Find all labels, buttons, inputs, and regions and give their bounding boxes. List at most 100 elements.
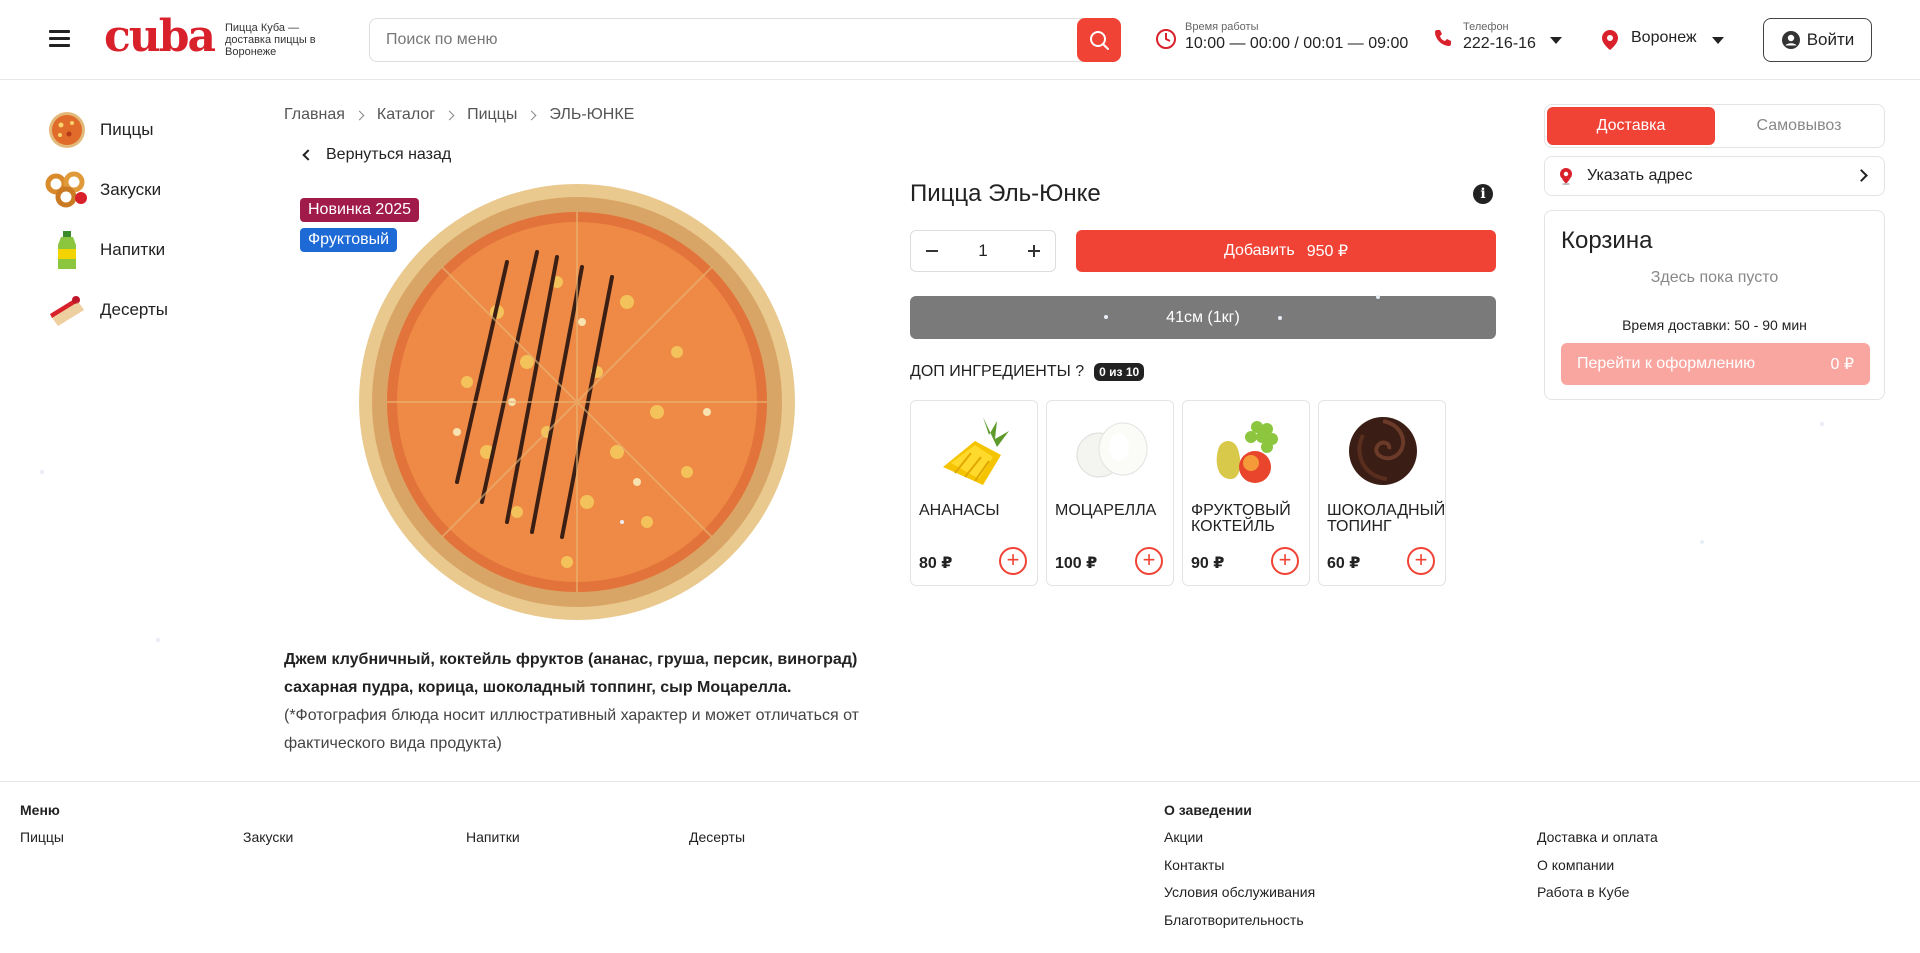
footer-link-about[interactable]: О компании: [1537, 857, 1614, 873]
drinks-icon: [44, 227, 90, 273]
back-link[interactable]: Вернуться назад: [302, 146, 451, 164]
disclaimer-text: (*Фотография блюда носит иллюстративный …: [284, 707, 859, 752]
city-selector[interactable]: Воронеж: [1631, 29, 1697, 47]
logo[interactable]: cuba: [104, 12, 216, 62]
breadcrumb-catalog[interactable]: Каталог: [377, 106, 435, 124]
pineapple-icon: [943, 417, 1009, 485]
add-extra-button[interactable]: +: [1135, 547, 1163, 575]
phone-icon: [1435, 30, 1451, 46]
menu-icon[interactable]: [49, 29, 70, 47]
sidebar-item-drinks[interactable]: Напитки: [44, 226, 244, 274]
product-title: Пицца Эль-Юнке: [910, 180, 1101, 207]
search-input[interactable]: [386, 19, 1066, 61]
footer-link-careers[interactable]: Работа в Кубе: [1537, 884, 1629, 900]
extra-price: 60 ₽: [1327, 555, 1361, 572]
phone-chevron-down-icon[interactable]: [1550, 37, 1562, 44]
decrease-button[interactable]: [911, 231, 953, 271]
footer-link-snacks[interactable]: Закуски: [243, 829, 293, 845]
user-icon: [1781, 31, 1800, 49]
cart-total: 0 ₽: [1830, 356, 1854, 373]
minus-icon: [926, 250, 938, 252]
quantity-stepper: 1: [910, 230, 1056, 272]
desserts-icon: [44, 287, 90, 333]
delivery-time: Время доставки: 50 - 90 мин: [1622, 317, 1807, 333]
mozzarella-icon: [1076, 422, 1148, 478]
chevron-right-icon: [444, 110, 455, 120]
snow-dot: [1278, 316, 1282, 320]
snow-dot: [156, 638, 160, 642]
extra-price: 90 ₽: [1191, 555, 1225, 572]
category-badge: Фруктовый: [300, 228, 398, 252]
tab-pickup[interactable]: Самовывоз: [1715, 107, 1883, 145]
login-label: Войти: [1806, 30, 1855, 49]
sidebar-item-snacks[interactable]: Закуски: [44, 166, 244, 214]
extra-price: 80 ₽: [919, 555, 953, 572]
search-icon: [1090, 31, 1109, 50]
extra-card-chocolate[interactable]: ШОКОЛАДНЫЙ ТОПИНГ 60 ₽ +: [1318, 400, 1446, 586]
breadcrumb-pizzas[interactable]: Пиццы: [467, 106, 517, 124]
city-chevron-down-icon[interactable]: [1712, 37, 1724, 44]
chevron-right-icon: [1855, 169, 1868, 182]
sidebar-item-label: Десерты: [100, 300, 169, 319]
footer-link-terms[interactable]: Условия обслуживания: [1164, 884, 1315, 900]
increase-button[interactable]: [1013, 231, 1055, 271]
footer-link-desserts[interactable]: Десерты: [689, 829, 745, 845]
footer-link-delivery[interactable]: Доставка и оплата: [1537, 829, 1658, 845]
checkout-button[interactable]: Перейти к оформлению 0 ₽: [1561, 343, 1870, 385]
add-price: 950 ₽: [1306, 243, 1349, 260]
search-box: [369, 18, 1121, 62]
location-pin-icon: [1560, 168, 1572, 185]
address-selector[interactable]: Указать адрес: [1544, 156, 1885, 196]
snow-dot: [1820, 422, 1824, 426]
delivery-tabs: Доставка Самовывоз: [1544, 104, 1885, 148]
footer-link-drinks[interactable]: Напитки: [466, 829, 520, 845]
add-to-cart-button[interactable]: Добавить 950 ₽: [1076, 230, 1496, 272]
add-label: Добавить: [1223, 242, 1295, 259]
snow-dot: [1376, 295, 1380, 299]
extras-counter: 0 из 10: [1094, 363, 1145, 381]
footer-link-promotions[interactable]: Акции: [1164, 829, 1203, 845]
hours-value: 10:00 — 00:00 / 00:01 — 09:00: [1185, 35, 1409, 52]
add-extra-button[interactable]: +: [999, 547, 1027, 575]
phone[interactable]: Телефон 222-16-16: [1463, 20, 1536, 54]
extra-name: МОЦАРЕЛЛА: [1055, 502, 1157, 519]
add-extra-button[interactable]: +: [1407, 547, 1435, 575]
checkout-label: Перейти к оформлению: [1577, 355, 1756, 372]
extras-label[interactable]: ДОП ИНГРЕДИЕНТЫ ?: [910, 363, 1084, 381]
snow-dot: [1104, 315, 1108, 319]
sidebar-item-pizzas[interactable]: Пиццы: [44, 106, 244, 154]
extra-name: АНАНАСЫ: [919, 502, 1000, 519]
extra-card-mozzarella[interactable]: МОЦАРЕЛЛА 100 ₽ +: [1046, 400, 1174, 586]
search-button[interactable]: [1077, 18, 1121, 62]
info-icon[interactable]: i: [1473, 184, 1493, 204]
phone-label: Телефон: [1463, 21, 1509, 33]
footer-link-charity[interactable]: Благотворительность: [1164, 912, 1304, 928]
login-button[interactable]: Войти: [1763, 18, 1872, 62]
sidebar-item-desserts[interactable]: Десерты: [44, 286, 244, 334]
extras-header: ДОП ИНГРЕДИЕНТЫ ? 0 из 10: [910, 363, 1145, 381]
breadcrumb-home[interactable]: Главная: [284, 106, 345, 124]
plus-icon: [1028, 245, 1040, 257]
extra-card-fruit-cocktail[interactable]: ФРУКТОВЫЙ КОКТЕЙЛЬ 90 ₽ +: [1182, 400, 1310, 586]
working-hours: Время работы 10:00 — 00:00 / 00:01 — 09:…: [1185, 20, 1408, 54]
footer-link-pizzas[interactable]: Пиццы: [20, 829, 64, 845]
extra-card-pineapple[interactable]: АНАНАСЫ 80 ₽ +: [910, 400, 1038, 586]
extra-name: ФРУКТОВЫЙ КОКТЕЙЛЬ: [1191, 502, 1291, 535]
cart-panel: Корзина Здесь пока пусто Время доставки:…: [1544, 210, 1885, 400]
clock-icon: [1156, 29, 1176, 49]
extra-name: ШОКОЛАДНЫЙ ТОПИНГ: [1327, 502, 1446, 535]
snow-dot: [40, 470, 44, 474]
add-extra-button[interactable]: +: [1271, 547, 1299, 575]
sidebar-item-label: Пиццы: [100, 120, 154, 139]
pizza-image: [359, 184, 795, 620]
chocolate-icon: [1349, 417, 1417, 485]
breadcrumb: Главная Каталог Пиццы ЭЛЬ-ЮНКЕ: [284, 106, 634, 124]
size-selector[interactable]: 41см (1кг): [910, 296, 1496, 339]
sidebar-item-label: Закуски: [100, 180, 162, 199]
sidebar-item-label: Напитки: [100, 240, 166, 259]
logo-tagline: Пицца Куба — доставка пиццы в Воронеже: [225, 22, 316, 58]
footer-link-contacts[interactable]: Контакты: [1164, 857, 1224, 873]
tab-delivery[interactable]: Доставка: [1547, 107, 1715, 145]
address-label: Указать адрес: [1587, 167, 1693, 184]
breadcrumb-current: ЭЛЬ-ЮНКЕ: [549, 106, 635, 123]
